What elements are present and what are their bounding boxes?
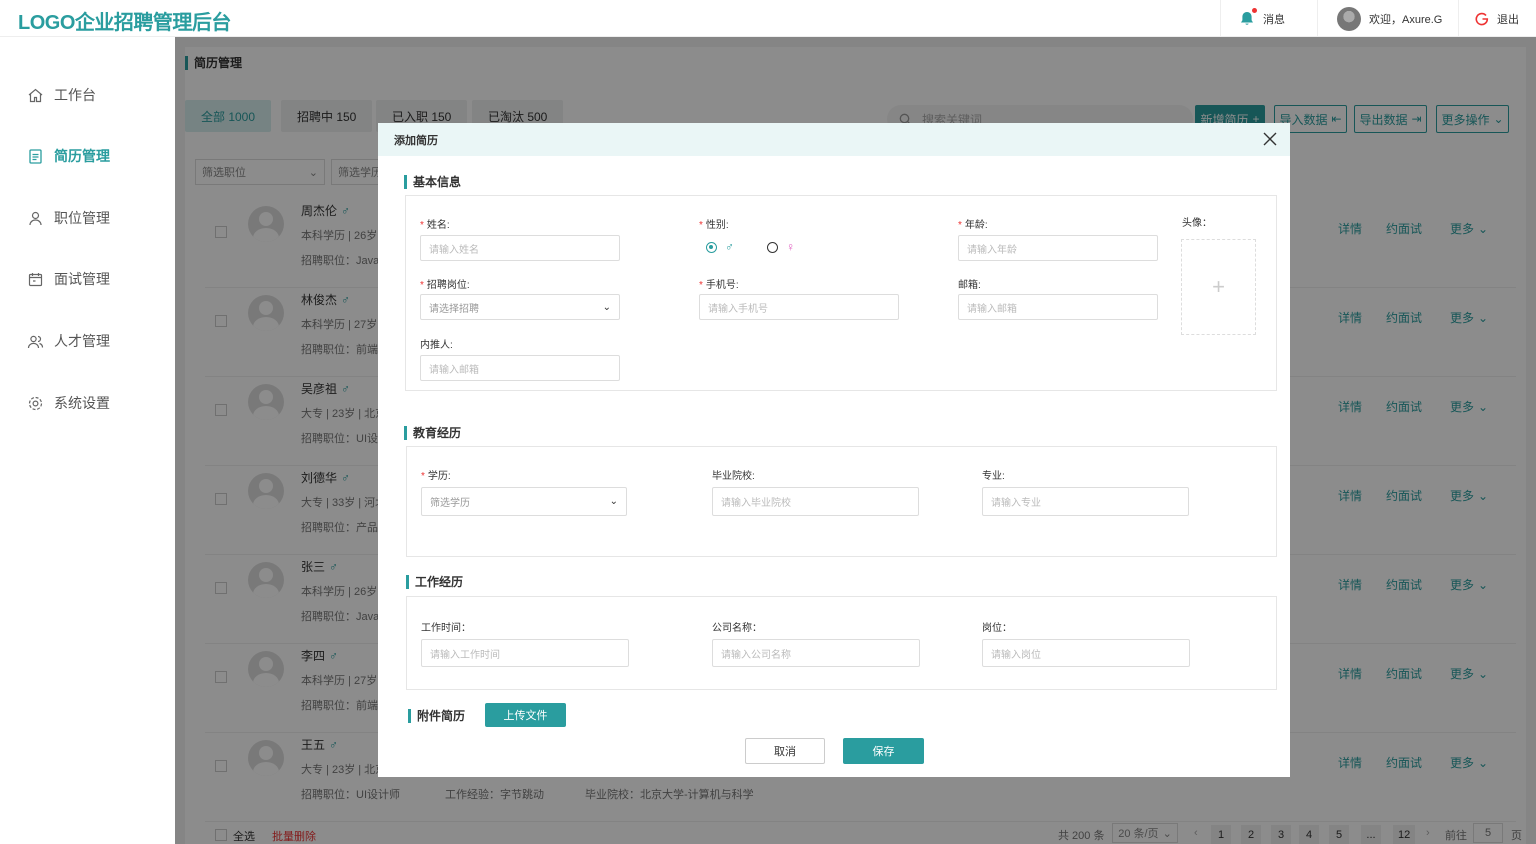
gender-label: 性别: bbox=[705, 220, 729, 231]
avatar-label: 头像： bbox=[1182, 218, 1212, 229]
phone-input[interactable]: 请输入手机号 bbox=[699, 294, 899, 320]
gender-female-radio[interactable]: ♀ bbox=[767, 240, 795, 254]
sidebar: 工作台 简历管理 职位管理 面试管理 人才管理 系统设置 bbox=[0, 37, 175, 844]
person-icon bbox=[29, 211, 42, 225]
email-input[interactable]: 请输入邮箱 bbox=[958, 294, 1158, 320]
gender-male-radio[interactable]: ♂ bbox=[706, 240, 734, 254]
school-label: 毕业院校: bbox=[712, 471, 755, 482]
age-label: 年龄: bbox=[964, 220, 988, 231]
divider bbox=[1220, 0, 1221, 37]
work-section: 工作时间： 请输入工作时间 公司名称： 请输入公司名称 岗位： 请输入岗位 bbox=[406, 596, 1277, 690]
dialog-title: 添加简历 bbox=[394, 134, 438, 147]
major-input[interactable]: 请输入专业 bbox=[982, 487, 1189, 516]
phone-label: 手机号: bbox=[705, 280, 739, 291]
radio-unselected bbox=[767, 241, 778, 253]
sidebar-item-label: 工作台 bbox=[54, 87, 96, 103]
plus-icon: + bbox=[1212, 274, 1225, 299]
add-resume-dialog: 添加简历 基本信息 * 姓名: 请输入姓名 * 性别: ♂ ♀ * 年龄: 请输入年龄… bbox=[378, 123, 1290, 777]
female-icon: ♀ bbox=[786, 240, 795, 254]
company-input[interactable]: 请输入公司名称 bbox=[712, 639, 920, 667]
attachment-title: 附件简历 bbox=[408, 707, 465, 724]
sidebar-item-talent[interactable]: 人才管理 bbox=[27, 331, 110, 351]
logout-button[interactable]: 退出 bbox=[1475, 0, 1519, 37]
bell-icon bbox=[1239, 7, 1257, 27]
name-input[interactable]: 请输入姓名 bbox=[420, 235, 620, 261]
divider bbox=[1458, 0, 1459, 37]
sidebar-item-label: 人才管理 bbox=[54, 333, 110, 349]
sidebar-item-interviews[interactable]: 面试管理 bbox=[27, 269, 110, 289]
sidebar-item-label: 系统设置 bbox=[54, 395, 110, 411]
user-menu[interactable]: 欢迎，Axure.G bbox=[1337, 0, 1442, 37]
education-section: * 学历: 筛选学历 ⌄ 毕业院校: 请输入毕业院校 专业: 请输入专业 bbox=[406, 446, 1277, 557]
messages-label: 消息 bbox=[1263, 13, 1285, 26]
radio-selected bbox=[706, 241, 717, 253]
cancel-button[interactable]: 取消 bbox=[745, 738, 825, 764]
position-select[interactable]: 请选择招聘 ⌄ bbox=[420, 294, 620, 320]
chevron-down-icon: ⌄ bbox=[609, 496, 618, 507]
school-input[interactable]: 请输入毕业院校 bbox=[712, 487, 919, 516]
close-icon[interactable] bbox=[1262, 131, 1278, 147]
referrer-label: 内推人: bbox=[420, 340, 453, 351]
name-label: 姓名: bbox=[426, 220, 450, 231]
chevron-down-icon: ⌄ bbox=[602, 301, 611, 313]
basic-info-section: * 姓名: 请输入姓名 * 性别: ♂ ♀ * 年龄: 请输入年龄 头像： * 招聘岗位… bbox=[405, 195, 1277, 391]
calendar-icon bbox=[28, 272, 43, 286]
sidebar-item-settings[interactable]: 系统设置 bbox=[27, 393, 110, 413]
work-time-input[interactable]: 请输入工作时间 bbox=[421, 639, 629, 667]
post-label: 岗位： bbox=[982, 623, 1012, 634]
major-label: 专业: bbox=[982, 471, 1005, 482]
logout-label: 退出 bbox=[1497, 13, 1519, 26]
divider bbox=[1317, 0, 1318, 37]
education-title: 教育经历 bbox=[404, 424, 461, 441]
degree-label: 学历: bbox=[427, 471, 451, 482]
welcome-text: 欢迎，Axure.G bbox=[1369, 13, 1443, 26]
dialog-header: 添加简历 bbox=[378, 123, 1290, 156]
degree-select[interactable]: 筛选学历 ⌄ bbox=[421, 487, 627, 516]
sidebar-item-resume[interactable]: 简历管理 bbox=[27, 146, 110, 166]
age-input[interactable]: 请输入年龄 bbox=[958, 235, 1158, 261]
top-header: LOGO企业招聘管理后台 消息 欢迎，Axure.G 退出 bbox=[0, 0, 1536, 37]
position-label: 招聘岗位: bbox=[426, 280, 470, 291]
people-icon bbox=[27, 335, 44, 348]
referrer-input[interactable]: 请输入邮箱 bbox=[420, 355, 620, 381]
logout-icon bbox=[1475, 12, 1489, 25]
save-button[interactable]: 保存 bbox=[843, 738, 924, 764]
sidebar-item-label: 面试管理 bbox=[54, 271, 110, 287]
gear-icon bbox=[28, 396, 43, 410]
home-icon bbox=[28, 88, 43, 102]
male-icon: ♂ bbox=[725, 240, 734, 254]
post-input[interactable]: 请输入岗位 bbox=[982, 639, 1190, 667]
avatar bbox=[1337, 6, 1361, 31]
basic-info-title: 基本信息 bbox=[404, 173, 461, 190]
company-label: 公司名称： bbox=[712, 623, 762, 634]
work-title: 工作经历 bbox=[406, 573, 463, 590]
sidebar-item-positions[interactable]: 职位管理 bbox=[27, 208, 110, 228]
resume-icon bbox=[29, 148, 42, 164]
email-label: 邮箱: bbox=[958, 280, 981, 291]
sidebar-item-label: 简历管理 bbox=[54, 148, 110, 164]
upload-file-button[interactable]: 上传文件 bbox=[485, 703, 566, 727]
avatar-upload[interactable]: + bbox=[1181, 239, 1256, 335]
sidebar-item-label: 职位管理 bbox=[54, 210, 110, 226]
app-logo[interactable]: LOGO企业招聘管理后台 bbox=[18, 6, 231, 35]
sidebar-item-workbench[interactable]: 工作台 bbox=[27, 85, 96, 105]
work-time-label: 工作时间： bbox=[421, 623, 471, 634]
messages-button[interactable]: 消息 bbox=[1239, 0, 1285, 37]
